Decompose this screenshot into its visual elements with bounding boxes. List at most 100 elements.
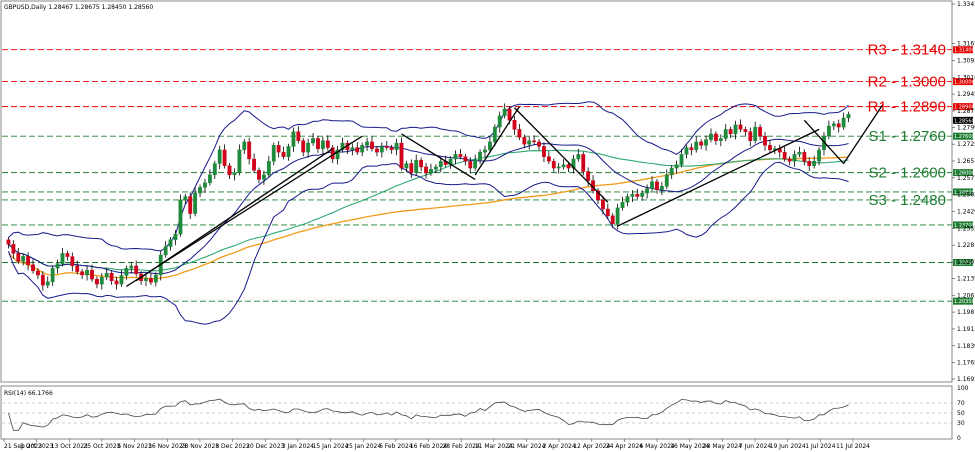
candle-body [217,149,222,164]
candle-body [50,267,55,283]
time-tick-label: 7 Jun 2024 [739,443,771,450]
candle-body [404,163,409,169]
candle-body [266,161,271,176]
time-tick-label: 8 Dec 2023 [215,443,250,450]
candle-body [242,141,247,151]
time-tick-label: 25 Jan 2024 [345,443,381,450]
chart-background [0,0,975,452]
candle-body [90,270,94,280]
candle-body [281,151,286,157]
price-tick-label: 1.25770 [957,175,975,182]
candle-body [276,145,281,153]
candle-body [80,271,85,276]
candle-body [709,133,713,140]
candle-body [768,145,772,151]
candle-body [365,141,370,146]
candle-body [532,140,537,143]
candle-body [738,124,743,130]
candle-body [748,131,753,141]
candle-body [787,158,792,162]
candle-body [846,114,851,119]
candle-body [183,196,188,201]
candle-body [723,129,728,139]
candle-body [325,140,330,148]
level-label-s3: S3 - 1.2480 [868,192,946,209]
candle-body [689,147,694,151]
price-tick-label: 1.20610 [957,292,975,299]
candle-body [291,131,296,147]
candle-body [178,199,183,235]
price-tick-label: 1.30180 [957,74,975,81]
candle-body [561,164,566,168]
candle-body [458,154,463,157]
candle-body [620,201,625,209]
candle-body [55,263,60,269]
candle-body [6,239,11,245]
candle-body [311,138,315,144]
candle-body [743,129,748,132]
price-tick-label: 1.16930 [957,376,975,383]
candle-body [16,253,21,262]
time-tick-label: 21 Mar 2024 [507,443,545,450]
time-tick-label: 25 Oct 2023 [83,443,120,450]
time-tick-label: 15 Jan 2024 [313,443,349,450]
rsi-tick-label: 50 [957,410,965,417]
candle-body [271,145,276,162]
candle-body [374,148,379,153]
candle-body [674,164,679,169]
candle-body [586,171,591,181]
candle-body [615,207,620,225]
candle-body [659,186,664,190]
rsi-tick-label: 100 [957,385,969,392]
candle-body [389,147,394,151]
price-tick-label: 1.27250 [957,141,975,148]
candle-body [841,117,846,128]
candle-body [645,188,650,194]
candle-body [153,274,158,283]
candle-body [355,147,360,153]
candle-body [429,169,433,174]
rsi-tick-label: 0 [957,435,961,442]
candle-body [502,108,507,116]
candle-body [350,147,355,151]
price-tick-label: 1.19130 [957,326,975,333]
candle-body [581,154,586,172]
time-tick-label: 28 May 2024 [703,443,742,450]
candle-body [31,264,35,272]
candle-body [424,166,428,174]
candle-body [566,164,571,169]
candle-body [384,146,389,148]
candle-body [163,246,168,256]
candle-body [758,126,763,137]
candle-body [394,142,399,151]
candle-body [669,167,674,176]
candle-body [409,163,414,173]
candle-body [635,194,640,197]
candle-body [399,142,404,169]
candle-body [718,138,723,141]
candle-body [109,272,114,281]
candle-body [296,131,301,141]
candle-body [316,138,320,149]
level-label-r3: R3 - 1.3140 [868,42,946,59]
price-tick-label: 1.19870 [957,309,975,316]
time-tick-label: 1 Jul 2024 [805,443,835,450]
candle-body [370,141,374,149]
price-tick-label: 1.31670 [957,41,975,48]
candle-body [203,182,207,188]
candle-body [85,270,89,276]
candle-body [188,196,193,214]
level-price-tag-text: 1.20350 [954,299,975,305]
candle-body [207,174,212,184]
price-chart: GBPUSD,Daily 1.28467 1.28675 1.28450 1.2… [0,0,975,452]
candle-body [149,278,153,283]
candle-body [576,154,581,160]
price-tick-label: 1.30930 [957,57,975,64]
candle-body [414,159,419,173]
price-tick-label: 1.24290 [957,209,975,216]
time-tick-label: 20 Dec 2023 [246,443,285,450]
price-tick-label: 1.29450 [957,91,975,98]
candle-body [40,274,45,286]
candle-body [286,146,291,157]
candle-body [473,159,478,169]
